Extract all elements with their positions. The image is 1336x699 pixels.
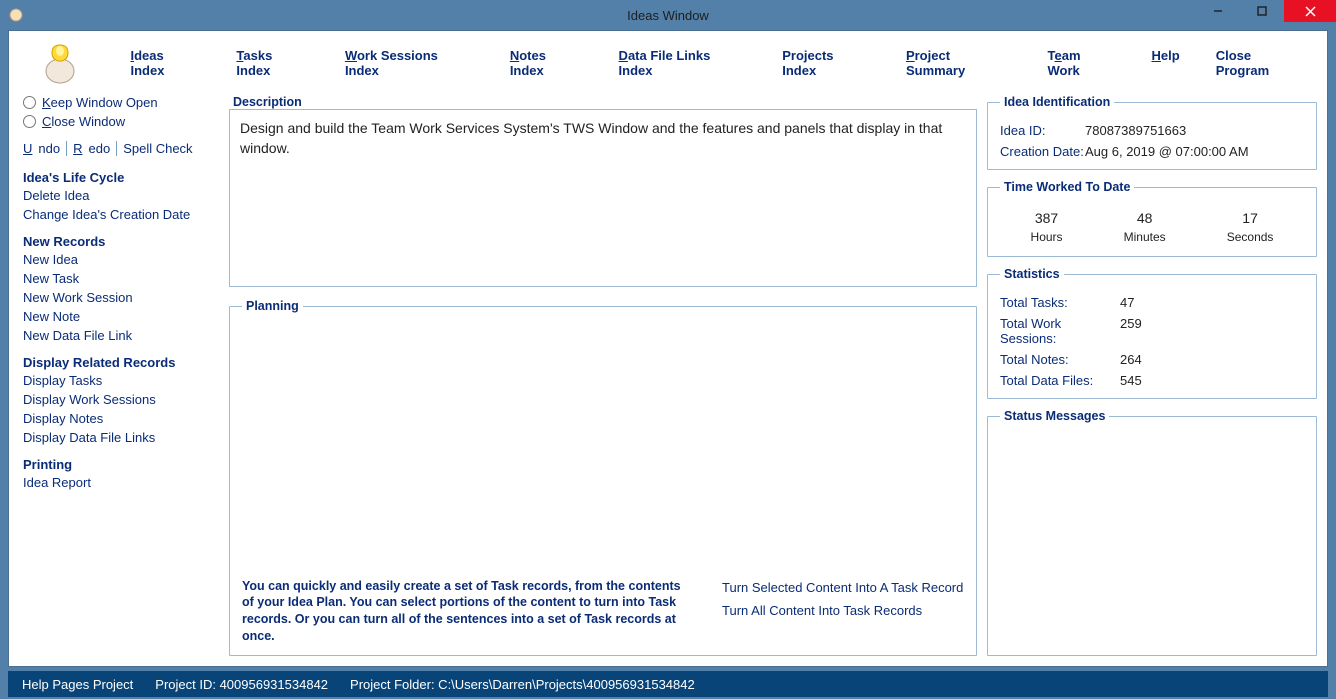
close-button[interactable] — [1284, 0, 1336, 22]
hours-value: 387 — [1031, 210, 1063, 226]
minutes-label: Minutes — [1124, 230, 1166, 244]
total-notes-value: 264 — [1120, 352, 1142, 367]
change-date-link[interactable]: Change Idea's Creation Date — [23, 207, 215, 222]
nav-data-file-links-index[interactable]: Data File Links Index — [619, 48, 747, 78]
status-help-pages[interactable]: Help Pages Project — [22, 677, 133, 692]
heading-life-cycle: Idea's Life Cycle — [23, 170, 215, 185]
title-bar: Ideas Window — [0, 0, 1336, 30]
nav-work-sessions-index[interactable]: Work Sessions Index — [345, 48, 474, 78]
description-legend: Description — [229, 95, 306, 109]
creation-date-value: Aug 6, 2019 @ 07:00:00 AM — [1085, 144, 1249, 159]
status-project-folder: Project Folder: C:\Users\Darren\Projects… — [350, 677, 695, 692]
display-data-file-links-link[interactable]: Display Data File Links — [23, 430, 215, 445]
keep-window-open-radio[interactable]: Keep Window Open — [23, 95, 215, 110]
sidebar: Keep Window Open Close Window Undo Redo … — [19, 95, 219, 656]
nav-team-work[interactable]: Team Work — [1048, 48, 1116, 78]
time-worked-legend: Time Worked To Date — [1000, 180, 1134, 194]
nav-help[interactable]: Help — [1152, 48, 1180, 78]
nav-projects-index[interactable]: Projects Index — [782, 48, 870, 78]
seconds-value: 17 — [1227, 210, 1274, 226]
new-task-link[interactable]: New Task — [23, 271, 215, 286]
description-group: Description Design and build the Team Wo… — [229, 95, 977, 287]
nav-close-program[interactable]: Close Program — [1216, 48, 1307, 78]
status-messages-legend: Status Messages — [1000, 409, 1109, 423]
maximize-button[interactable] — [1240, 0, 1284, 22]
time-worked-group: Time Worked To Date 387 Hours 48 Minutes… — [987, 180, 1317, 257]
nav-project-summary[interactable]: Project Summary — [906, 48, 1012, 78]
heading-printing: Printing — [23, 457, 215, 472]
turn-selected-link[interactable]: Turn Selected Content Into A Task Record — [722, 580, 963, 595]
undo-link[interactable]: Undo — [23, 141, 67, 156]
hours-label: Hours — [1031, 230, 1063, 244]
planning-hint: You can quickly and easily create a set … — [242, 578, 682, 646]
nav-tasks-index[interactable]: Tasks Index — [236, 48, 309, 78]
display-tasks-link[interactable]: Display Tasks — [23, 373, 215, 388]
status-messages-group: Status Messages — [987, 409, 1317, 656]
window-title: Ideas Window — [627, 8, 709, 23]
statistics-legend: Statistics — [1000, 267, 1064, 281]
idea-id-legend: Idea Identification — [1000, 95, 1114, 109]
new-data-file-link-link[interactable]: New Data File Link — [23, 328, 215, 343]
close-window-radio[interactable]: Close Window — [23, 114, 215, 129]
nav-ideas-index[interactable]: Ideas Index — [130, 48, 200, 78]
description-text[interactable]: Design and build the Team Work Services … — [229, 109, 977, 287]
status-bar: Help Pages Project Project ID: 400956931… — [8, 671, 1328, 697]
idea-id-label: Idea ID: — [1000, 123, 1085, 138]
total-df-value: 545 — [1120, 373, 1142, 388]
minutes-value: 48 — [1124, 210, 1166, 226]
spell-check-link[interactable]: Spell Check — [117, 141, 198, 156]
planning-legend: Planning — [242, 299, 303, 313]
total-ws-label: Total Work Sessions: — [1000, 316, 1120, 346]
total-ws-value: 259 — [1120, 316, 1142, 346]
app-icon — [8, 7, 24, 23]
idea-id-value: 78087389751663 — [1085, 123, 1186, 138]
display-work-sessions-link[interactable]: Display Work Sessions — [23, 392, 215, 407]
statistics-group: Statistics Total Tasks:47 Total Work Ses… — [987, 267, 1317, 399]
seconds-label: Seconds — [1227, 230, 1274, 244]
idea-identification-group: Idea Identification Idea ID: 78087389751… — [987, 95, 1317, 170]
new-work-session-link[interactable]: New Work Session — [23, 290, 215, 305]
total-notes-label: Total Notes: — [1000, 352, 1120, 367]
new-note-link[interactable]: New Note — [23, 309, 215, 324]
display-notes-link[interactable]: Display Notes — [23, 411, 215, 426]
planning-text[interactable] — [242, 327, 964, 568]
heading-new-records: New Records — [23, 234, 215, 249]
new-idea-link[interactable]: New Idea — [23, 252, 215, 267]
creation-date-label: Creation Date: — [1000, 144, 1085, 159]
delete-idea-link[interactable]: Delete Idea — [23, 188, 215, 203]
lightbulb-head-icon — [29, 39, 86, 87]
total-df-label: Total Data Files: — [1000, 373, 1120, 388]
turn-all-link[interactable]: Turn All Content Into Task Records — [722, 603, 963, 618]
minimize-button[interactable] — [1196, 0, 1240, 22]
status-project-id: Project ID: 400956931534842 — [155, 677, 328, 692]
heading-display-related: Display Related Records — [23, 355, 215, 370]
nav-notes-index[interactable]: Notes Index — [510, 48, 583, 78]
planning-group: Planning You can quickly and easily crea… — [229, 299, 977, 656]
total-tasks-value: 47 — [1120, 295, 1134, 310]
idea-report-link[interactable]: Idea Report — [23, 475, 215, 490]
redo-link[interactable]: Redo — [67, 141, 117, 156]
total-tasks-label: Total Tasks: — [1000, 295, 1120, 310]
app-header: Ideas Index Tasks Index Work Sessions In… — [9, 31, 1327, 95]
